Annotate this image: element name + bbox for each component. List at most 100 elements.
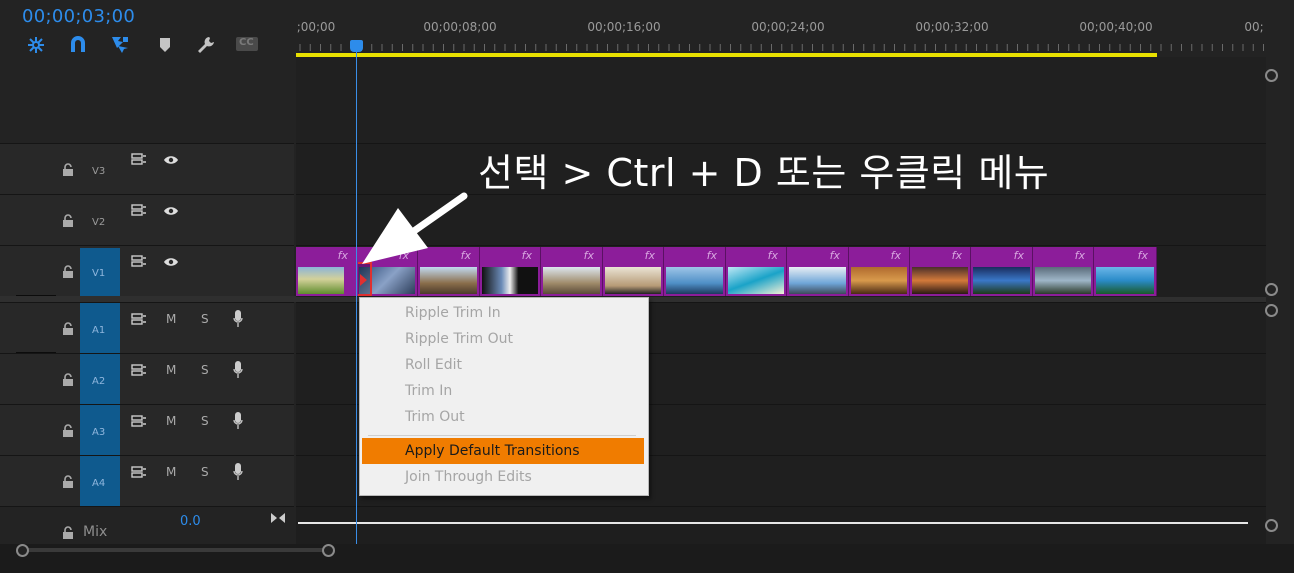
vscroll-handle-video-bottom[interactable] [1265,283,1278,296]
clip-fx-badge: fx [1013,249,1024,262]
track-header-a4[interactable]: A4 M S [0,455,294,507]
video-clip[interactable]: fx [849,247,910,296]
clip-fx-badge: fx [767,249,778,262]
clip-thumbnail [1035,267,1091,294]
clip-thumbnail [543,267,600,294]
horizontal-zoom-scrollbar[interactable] [0,544,1294,573]
toggle-output-eye-icon[interactable] [163,205,179,217]
track-header-a2[interactable]: A2 M S [0,353,294,405]
voice-over-mic-icon[interactable] [233,310,243,328]
hscroll-handle-left[interactable] [16,544,29,557]
solo-track-button[interactable]: S [201,465,209,479]
clip-thumbnail [1096,267,1154,294]
toggle-sync-lock-icon[interactable] [131,415,147,427]
track-header-a3[interactable]: A3 M S [0,404,294,456]
track-name: A1 [92,325,106,336]
video-clip[interactable]: fx [1033,247,1094,296]
lock-icon[interactable] [62,163,74,177]
voice-over-mic-icon[interactable] [233,412,243,430]
mute-track-button[interactable]: M [166,363,176,377]
lock-icon[interactable] [62,265,74,279]
lock-icon[interactable] [62,424,74,438]
mix-volume-line[interactable] [298,522,1248,524]
empty-track-area[interactable] [296,57,1266,143]
mix-track-name: Mix [83,524,108,540]
toggle-output-eye-icon[interactable] [163,256,179,268]
vscroll-handle-top[interactable] [1265,69,1278,82]
toggle-sync-lock-icon[interactable] [131,204,147,216]
video-clip[interactable]: fx [971,247,1033,296]
video-clip[interactable]: fx [296,247,357,296]
time-ruler[interactable]: ;00;00 00;00;08;00 00;00;16;00 00;00;24;… [296,0,1266,57]
snap-magnet-icon[interactable] [67,34,89,56]
voice-over-mic-icon[interactable] [233,361,243,379]
toggle-sync-lock-icon[interactable] [131,364,147,376]
vertical-scrollbar[interactable] [1265,57,1278,544]
track-header-a1[interactable]: A1 M S [0,302,294,354]
clip-thumbnail [851,267,907,294]
clip-thumbnail [789,267,846,294]
toggle-sync-lock-icon[interactable] [131,313,147,325]
toggle-sync-lock-icon[interactable] [131,153,147,165]
track-header-v3[interactable]: V3 [0,143,294,195]
video-clip[interactable]: fx [541,247,603,296]
track-lane-mix[interactable] [296,506,1266,545]
lock-icon[interactable] [62,322,74,336]
video-clip[interactable]: fx [1094,247,1157,296]
voice-over-mic-icon[interactable] [233,463,243,481]
linked-selection-icon[interactable] [109,34,131,56]
toggle-sync-lock-icon[interactable] [131,255,147,267]
context-menu: Ripple Trim In Ripple Trim Out Roll Edit… [359,297,649,496]
clip-thumbnail [420,267,477,294]
toggle-output-eye-icon[interactable] [163,154,179,166]
solo-track-button[interactable]: S [201,363,209,377]
video-clip[interactable]: fx [603,247,664,296]
video-clip[interactable]: fx [480,247,541,296]
solo-track-button[interactable]: S [201,414,209,428]
video-clip[interactable]: fx [726,247,787,296]
track-header-v1[interactable]: V1 [0,245,294,297]
playhead-timecode[interactable]: 00;00;03;00 [22,6,135,27]
vscroll-handle-bottom[interactable] [1265,519,1278,532]
playhead-handle[interactable] [350,40,363,52]
video-clip[interactable]: fx [910,247,971,296]
vscroll-handle-audio-top[interactable] [1265,304,1278,317]
mute-track-button[interactable]: M [166,414,176,428]
menu-item-join-through-edits: Join Through Edits [405,469,532,485]
mute-track-button[interactable]: M [166,312,176,326]
go-to-in-out-icon[interactable] [270,512,286,524]
clip-thumbnail [912,267,968,294]
video-clip[interactable]: fx [787,247,849,296]
mute-track-button[interactable]: M [166,465,176,479]
lock-icon[interactable] [62,214,74,228]
solo-track-button[interactable]: S [201,312,209,326]
insert-overwrite-icon[interactable] [25,34,47,56]
menu-item-apply-default-transitions[interactable]: Apply Default Transitions [362,438,644,464]
video-clip[interactable]: fx [664,247,726,296]
captions-cc-icon[interactable]: CC [236,37,258,51]
track-name: V2 [92,217,106,228]
clip-thumbnail [482,267,538,294]
track-header-mix[interactable] [0,506,294,545]
track-name: A4 [92,478,106,489]
clip-thumbnail [973,267,1030,294]
lock-icon[interactable] [62,475,74,489]
settings-wrench-icon[interactable] [195,34,217,56]
mix-volume-value[interactable]: 0.0 [180,514,201,529]
annotation-arrow-icon [362,192,468,264]
ruler-label: 00;00;40;00 [1079,20,1153,34]
hscroll-thumb[interactable] [22,548,328,552]
track-name: A3 [92,427,106,438]
track-header-v2[interactable]: V2 [0,194,294,246]
lock-icon[interactable] [62,526,74,540]
menu-item-ripple-trim-out: Ripple Trim Out [405,331,513,347]
playhead-line[interactable] [356,42,357,544]
track-name: V1 [92,268,106,279]
lock-icon[interactable] [62,373,74,387]
hscroll-handle-right[interactable] [322,544,335,557]
toggle-sync-lock-icon[interactable] [131,466,147,478]
clip-fx-badge: fx [1074,249,1085,262]
add-marker-icon[interactable] [154,34,176,56]
clip-thumbnail [605,267,661,294]
clip-thumbnail [728,267,784,294]
